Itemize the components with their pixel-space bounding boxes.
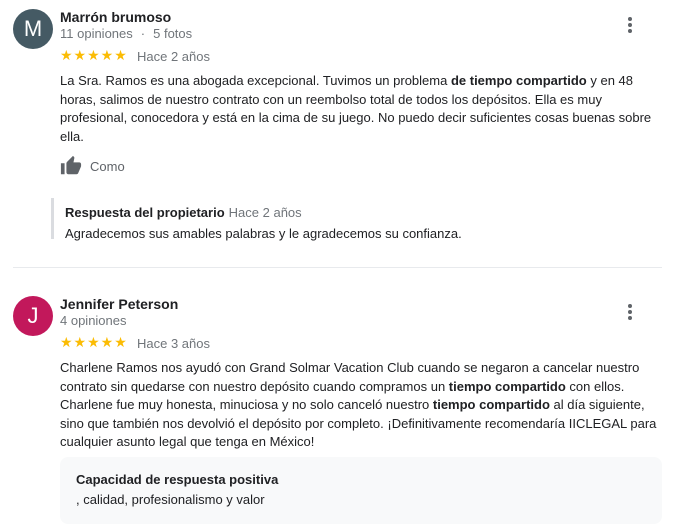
more-options-icon[interactable] (620, 15, 640, 35)
review-attributes: Capacidad de respuesta positiva , calida… (60, 457, 662, 524)
review-divider (13, 267, 662, 268)
attributes-title: Capacidad de respuesta positiva (76, 472, 279, 487)
review-age: Hace 2 años (137, 49, 210, 64)
owner-reply-title: Respuesta del propietario (65, 205, 225, 220)
more-options-icon[interactable] (620, 302, 640, 322)
reviewer-meta: 4 opiniones (60, 313, 127, 328)
review-text: La Sra. Ramos es una abogada excepcional… (60, 73, 652, 144)
meta-separator: · (140, 26, 146, 41)
avatar[interactable]: M (13, 9, 53, 49)
thumbs-up-icon (60, 155, 82, 175)
owner-reply-text: Agradecemos sus amables palabras y le ag… (65, 226, 462, 241)
reviewer-meta: 11 opiniones · 5 fotos (60, 26, 192, 41)
reviewer-name[interactable]: Jennifer Peterson (60, 296, 178, 312)
owner-reply-age: Hace 2 años (228, 205, 302, 220)
reviewer-name[interactable]: Marrón brumoso (60, 9, 171, 25)
like-button[interactable]: Como (60, 155, 125, 177)
review-age: Hace 3 años (137, 336, 210, 351)
owner-reply: Respuesta del propietario Hace 2 años Agr… (51, 198, 625, 241)
like-label: Como (90, 158, 125, 174)
review-text: Charlene Ramos nos ayudó con Grand Solma… (60, 360, 657, 449)
review-count: 11 opiniones (60, 26, 133, 41)
star-rating: ★★★★★ (60, 334, 128, 350)
attributes-values: , calidad, profesionalismo y valor (76, 492, 265, 507)
avatar[interactable]: J (13, 296, 53, 336)
star-rating: ★★★★★ (60, 47, 128, 63)
photo-count: 5 fotos (153, 26, 193, 41)
review-count: 4 opiniones (60, 313, 127, 328)
